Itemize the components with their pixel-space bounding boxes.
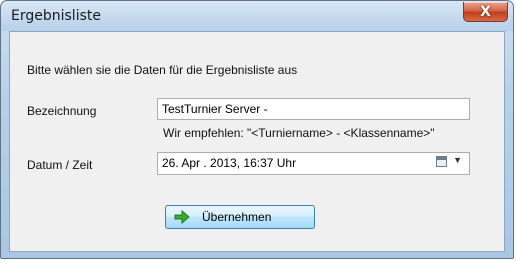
bezeichnung-input[interactable]: TestTurnier Server - (157, 98, 470, 120)
bezeichnung-label: Bezeichnung (27, 104, 97, 118)
bezeichnung-value: TestTurnier Server - (162, 102, 268, 116)
calendar-icon[interactable] (436, 156, 447, 167)
datum-label: Datum / Zeit (27, 158, 93, 172)
instruction-text: Bitte wählen sie die Daten für die Ergeb… (27, 63, 298, 77)
close-button[interactable]: X (463, 2, 508, 22)
recommendation-hint: Wir empfehlen: "<Turniername> - <Klassen… (163, 126, 435, 140)
datum-picker[interactable]: 26. Apr . 2013, 16:37 Uhr ▼ (157, 152, 470, 175)
datum-value: 26. Apr . 2013, 16:37 Uhr (162, 156, 297, 170)
apply-button-label: Übernehmen (202, 210, 272, 224)
apply-button[interactable]: Übernehmen (165, 205, 315, 229)
chevron-down-icon[interactable]: ▼ (453, 155, 462, 165)
close-icon: X (480, 3, 491, 20)
green-arrow-right-icon (174, 210, 190, 224)
dialog-window: Ergebnisliste X Bitte wählen sie die Dat… (0, 0, 514, 259)
dialog-client-area: Bitte wählen sie die Daten für die Ergeb… (9, 31, 505, 252)
title-bar[interactable]: Ergebnisliste X (1, 1, 513, 31)
window-title: Ergebnisliste (11, 8, 101, 24)
